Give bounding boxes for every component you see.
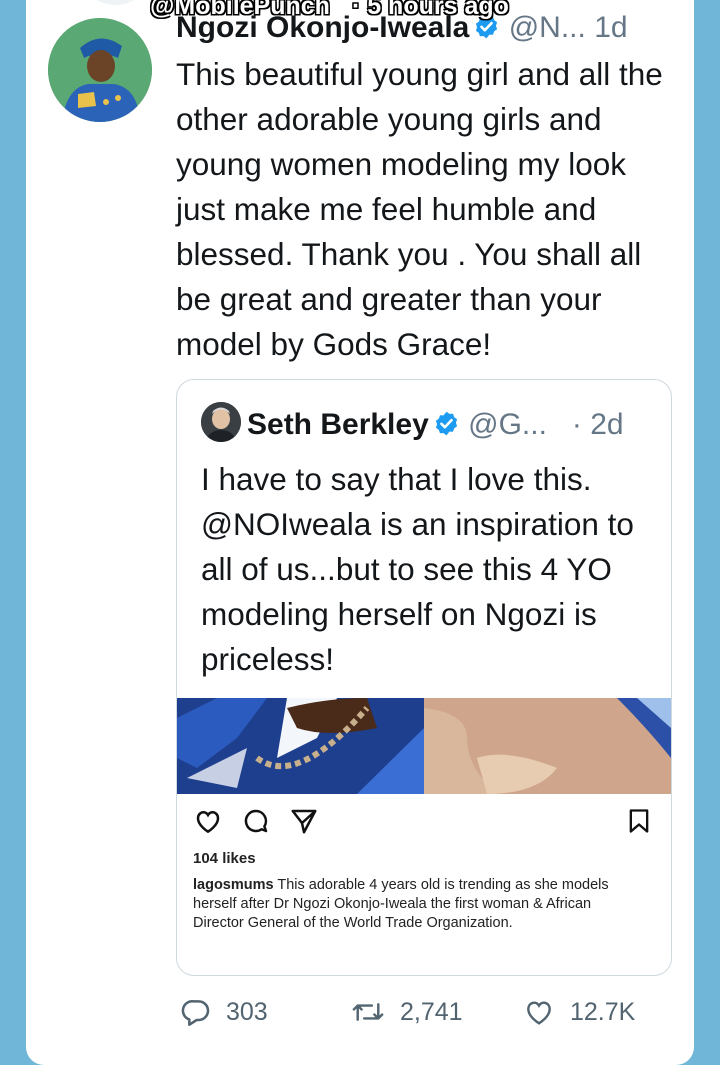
- quote-avatar[interactable]: [201, 402, 241, 442]
- retweet-icon: [352, 1003, 384, 1021]
- instagram-bookmark-icon[interactable]: [625, 806, 653, 836]
- tweet-actions: 303 2,741 12.7K: [176, 996, 676, 1036]
- like-heart-icon: [527, 1001, 551, 1025]
- instagram-action-bar: [193, 806, 653, 842]
- retweet-button[interactable]: 2,741: [350, 996, 463, 1028]
- instagram-share-icon[interactable]: [289, 806, 319, 836]
- profile-photo-icon: [48, 18, 152, 122]
- reply-button[interactable]: 303: [180, 996, 268, 1028]
- overlay-source: @MobilePunch: [150, 0, 330, 20]
- instagram-likes-count: 104 likes: [193, 850, 256, 867]
- quote-header: Seth Berkley @G... · 2d: [201, 402, 624, 445]
- quote-verified-badge-icon: [435, 411, 457, 436]
- previous-avatar: [78, 0, 153, 5]
- quote-author-handle[interactable]: @G...: [468, 408, 547, 441]
- instagram-caption: lagosmums This adorable 4 years old is t…: [193, 876, 643, 933]
- watermark-overlay: @MobilePunch · 5 hours ago: [150, 0, 509, 21]
- instagram-like-icon[interactable]: [193, 806, 223, 836]
- retweet-count: 2,741: [400, 997, 463, 1026]
- overlay-time: · 5 hours ago: [351, 0, 509, 20]
- tweet-text: This beautiful young girl and all the ot…: [176, 56, 663, 362]
- like-button[interactable]: 12.7K: [522, 996, 635, 1028]
- quote-profile-photo-icon: [201, 402, 241, 442]
- avatar[interactable]: [48, 18, 152, 122]
- instagram-comment-icon[interactable]: [241, 806, 271, 836]
- quote-time[interactable]: · 2d: [572, 408, 624, 441]
- reply-icon: [181, 1000, 210, 1026]
- like-count: 12.7K: [570, 997, 636, 1026]
- quote-author-name[interactable]: Seth Berkley: [247, 408, 429, 441]
- quote-photo[interactable]: [177, 698, 671, 794]
- quote-text: I have to say that I love this. @NOIweal…: [201, 461, 634, 677]
- author-handle[interactable]: @N...: [509, 11, 586, 44]
- quoted-tweet[interactable]: Seth Berkley @G... · 2d I have to say th…: [176, 379, 672, 976]
- tweet-time[interactable]: 1d: [594, 11, 627, 44]
- reply-count: 303: [226, 997, 268, 1026]
- instagram-caption-user[interactable]: lagosmums: [193, 877, 274, 893]
